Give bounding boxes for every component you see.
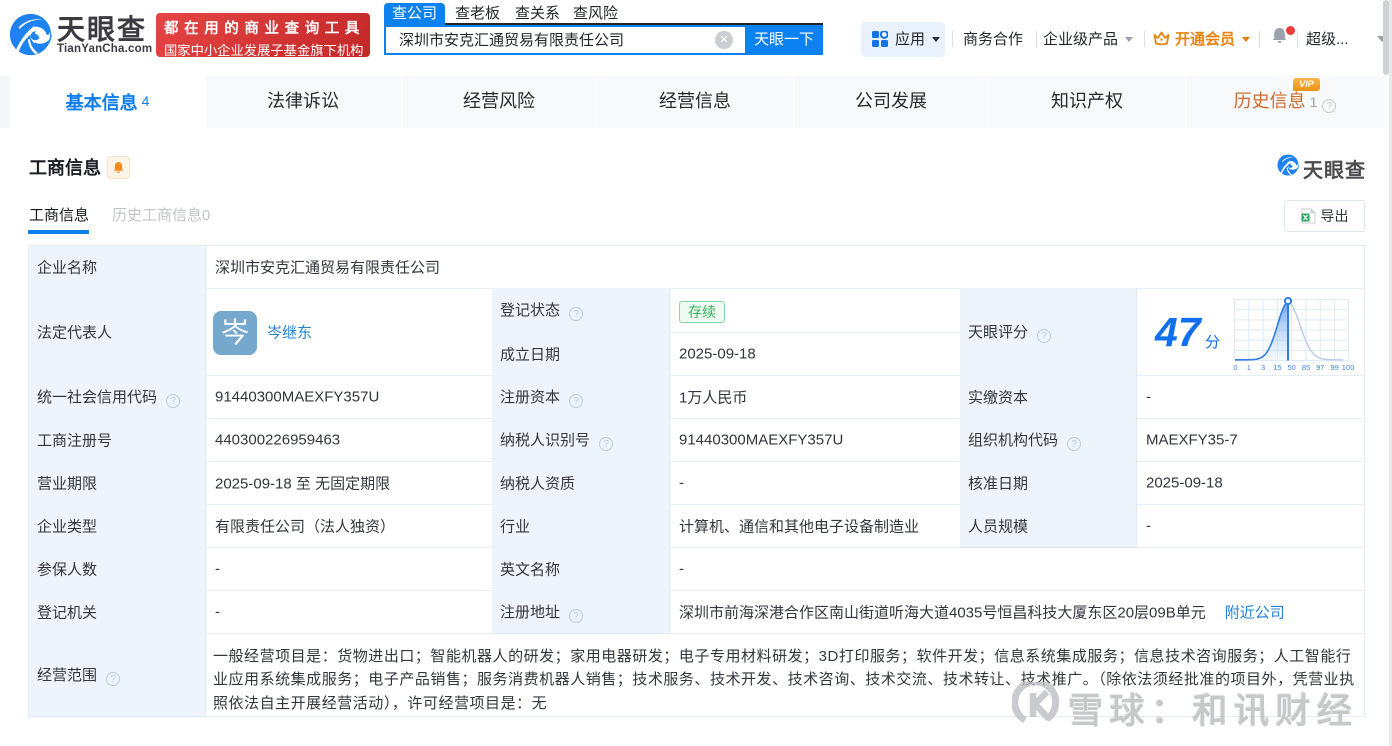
svg-text:3: 3: [1261, 363, 1265, 372]
svg-text:0: 0: [1233, 363, 1237, 372]
svg-text:99: 99: [1330, 363, 1338, 372]
svg-text:100: 100: [1342, 363, 1355, 372]
svg-text:50: 50: [1288, 363, 1296, 372]
svg-text:85: 85: [1302, 363, 1310, 372]
svg-text:97: 97: [1316, 363, 1324, 372]
svg-text:15: 15: [1273, 363, 1281, 372]
svg-text:1: 1: [1247, 363, 1251, 372]
